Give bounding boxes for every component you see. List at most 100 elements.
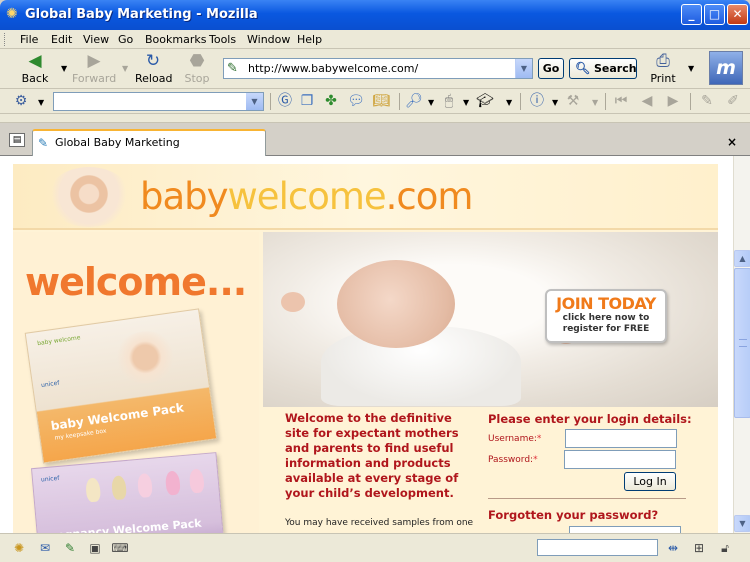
address-book-icon[interactable]: ▣ xyxy=(86,541,104,556)
toolbar-search-input[interactable]: ▼ xyxy=(53,92,264,111)
forward-button[interactable]: ▶ Forward xyxy=(72,51,116,87)
join-today-button[interactable]: JOIN TODAY click here now to register fo… xyxy=(545,289,667,343)
menu-go[interactable]: Go xyxy=(118,33,133,46)
search-engine-icon[interactable]: ⚙ xyxy=(12,93,30,110)
menu-window[interactable]: Window xyxy=(247,33,290,46)
google-icon[interactable]: Ⓖ xyxy=(276,93,294,110)
clover-icon[interactable]: ✤ xyxy=(322,93,340,110)
mouse-dropdown-icon[interactable]: ▼ xyxy=(463,98,469,107)
scroll-up-icon[interactable]: ▲ xyxy=(734,250,750,267)
toolbar-separator xyxy=(399,93,400,110)
back-button[interactable]: ◀ Back xyxy=(18,51,52,87)
vertical-scrollbar[interactable]: ▲ ▼ xyxy=(733,156,750,533)
site-header: babywelcome.com xyxy=(13,164,718,230)
menu-file[interactable]: File xyxy=(20,33,38,46)
toolbar-search-dropdown-icon[interactable]: ▼ xyxy=(246,93,263,110)
info-icon[interactable]: ⓘ xyxy=(528,93,546,110)
search-engine-dropdown-icon[interactable]: ▼ xyxy=(38,98,44,107)
toolbar-separator xyxy=(605,93,606,110)
mozilla-throbber-icon[interactable]: m xyxy=(709,51,743,85)
scroll-thumb[interactable] xyxy=(734,268,750,418)
pen-icon[interactable]: ✐ xyxy=(724,93,742,110)
tulip-shape xyxy=(188,468,205,494)
collapsed-toolbar-strip[interactable] xyxy=(0,114,750,123)
forgotten-password-email-input[interactable] xyxy=(569,526,681,533)
page-viewport: babywelcome.com welcome... baby welcome … xyxy=(0,156,733,533)
username-input[interactable] xyxy=(565,429,677,448)
stop-button[interactable]: ⬣ Stop xyxy=(182,51,212,87)
go-button[interactable]: Go xyxy=(538,58,564,79)
online-connection-icon[interactable]: ⇹ xyxy=(664,541,682,556)
tools-icon[interactable]: ⚒ xyxy=(564,93,582,110)
graduation-cap-icon[interactable]: 🎓︎ xyxy=(476,93,494,110)
back-dropdown-icon[interactable]: ▼ xyxy=(61,64,67,73)
attach-icon[interactable]: ✎ xyxy=(698,93,716,110)
toolbar-separator xyxy=(690,93,691,110)
reload-button[interactable]: ↻ Reload xyxy=(135,51,172,87)
print-button[interactable]: ⎙ Print xyxy=(648,51,678,87)
info-dropdown-icon[interactable]: ▼ xyxy=(552,98,558,107)
close-window-button[interactable]: ✕ xyxy=(727,4,748,25)
pack-tag: baby welcome xyxy=(36,334,81,348)
log-in-button[interactable]: Log In xyxy=(624,472,676,491)
zoom-dropdown-icon[interactable]: ▼ xyxy=(428,98,434,107)
search-icon: 🔍︎ xyxy=(575,61,591,75)
minimize-button[interactable]: _ xyxy=(681,4,702,25)
baby-welcome-pack-image[interactable]: baby welcome unicef baby Welcome Pack my… xyxy=(24,308,218,464)
tulip-shape xyxy=(111,475,128,501)
site-logo[interactable]: babywelcome.com xyxy=(140,175,473,218)
required-mark: * xyxy=(533,455,538,465)
password-input[interactable] xyxy=(564,450,676,469)
previous-icon[interactable]: ◀ xyxy=(638,93,656,110)
scroll-down-icon[interactable]: ▼ xyxy=(734,515,750,532)
tulip-shape xyxy=(164,470,181,496)
url-text[interactable]: http://www.babywelcome.com/ xyxy=(248,62,418,75)
navigator-icon[interactable]: ✺ xyxy=(10,541,28,556)
back-label: Back xyxy=(21,72,49,85)
url-history-dropdown-icon[interactable]: ▼ xyxy=(515,59,532,78)
close-tab-icon[interactable]: × xyxy=(727,135,737,149)
toolbar-gripper[interactable] xyxy=(4,33,7,46)
pregnancy-welcome-pack-image[interactable]: unicef pregnancy Welcome Pack xyxy=(30,452,226,533)
irc-icon[interactable]: ⌨ xyxy=(111,541,129,556)
copy-icon[interactable]: ❐ xyxy=(298,93,316,110)
menu-view[interactable]: View xyxy=(83,33,109,46)
url-bar[interactable]: ✎ http://www.babywelcome.com/ ▼ xyxy=(223,58,533,79)
zoom-icon[interactable]: 🔎︎ xyxy=(405,93,423,110)
book-icon[interactable]: 📖︎ xyxy=(372,93,390,110)
printer-icon: ⎙ xyxy=(656,51,670,71)
pack2-title: pregnancy Welcome Pack xyxy=(43,516,203,533)
login-heading: Please enter your login details: xyxy=(488,412,692,426)
login-divider xyxy=(488,498,686,499)
next-icon[interactable]: ▶ xyxy=(664,93,682,110)
print-label: Print xyxy=(650,72,676,85)
forward-dropdown-icon[interactable]: ▼ xyxy=(122,64,128,73)
pack-title: baby Welcome Pack xyxy=(49,400,185,434)
composer-icon[interactable]: ✎ xyxy=(61,541,79,556)
menu-help[interactable]: Help xyxy=(297,33,322,46)
progress-bar xyxy=(537,539,658,556)
security-lock-icon[interactable]: 🔓︎ xyxy=(716,541,734,556)
search-toolbar: ⚙ ▼ ▼ Ⓖ ❐ ✤ 💬︎ 📖︎ 🔎︎ ▼ 🖱︎ ▼ 🎓︎ ▼ ⓘ ▼ ⚒ ▼… xyxy=(0,89,750,114)
print-dropdown-icon[interactable]: ▼ xyxy=(688,64,694,73)
page-icon: ✎ xyxy=(227,61,238,76)
menu-edit[interactable]: Edit xyxy=(51,33,72,46)
back-arrow-icon: ◀ xyxy=(28,51,42,71)
menu-tools[interactable]: Tools xyxy=(209,33,236,46)
cap-dropdown-icon[interactable]: ▼ xyxy=(506,98,512,107)
tools-dropdown-icon[interactable]: ▼ xyxy=(592,98,598,107)
menu-bookmarks[interactable]: Bookmarks xyxy=(145,33,206,46)
mouse-icon[interactable]: 🖱︎ xyxy=(440,93,458,110)
tab-global-baby-marketing[interactable]: ✎ Global Baby Marketing xyxy=(32,129,266,156)
popup-blocker-icon[interactable]: ⊞ xyxy=(690,541,708,556)
thumb-grip xyxy=(739,339,747,347)
search-button[interactable]: 🔍︎ Search xyxy=(569,58,637,79)
tab-label: Global Baby Marketing xyxy=(55,136,180,149)
speech-bubble-icon[interactable]: 💬︎ xyxy=(347,93,365,110)
new-tab-icon[interactable]: ▤ xyxy=(9,133,25,147)
forgotten-password-heading: Forgotten your password? xyxy=(488,508,659,522)
password-label-text: Password: xyxy=(488,455,534,465)
maximize-button[interactable]: □ xyxy=(704,4,725,25)
mail-icon[interactable]: ✉ xyxy=(36,541,54,556)
first-page-icon[interactable]: ⏮ xyxy=(612,93,630,110)
